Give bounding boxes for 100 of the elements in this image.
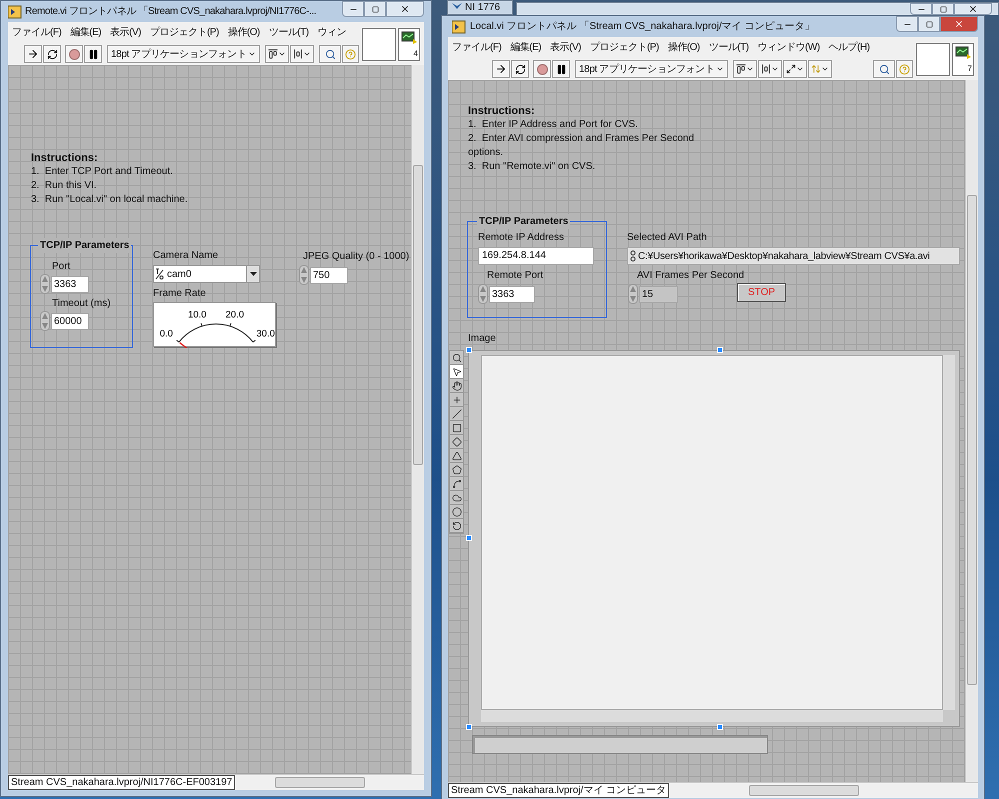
vertical-scrollbar[interactable]	[965, 80, 978, 782]
timeout-field[interactable]: 60000	[51, 312, 89, 330]
tool-button[interactable]	[450, 463, 463, 477]
run-button[interactable]	[492, 60, 510, 78]
vi-icon	[8, 4, 22, 18]
instruction-line: 2. Enter AVI compression and Frames Per Second	[468, 132, 694, 146]
caret-icon	[821, 65, 830, 73]
tool-button[interactable]	[450, 519, 463, 533]
tool-button[interactable]	[450, 505, 463, 519]
font-dropdown[interactable]: 18pt アプリケーションフォント	[575, 60, 728, 78]
close-button[interactable]	[954, 3, 992, 15]
cloud-icon	[452, 492, 462, 502]
menu-item[interactable]: プロジェクト(P)	[150, 25, 219, 40]
maximize-button[interactable]	[364, 1, 386, 17]
menu-item[interactable]: 操作(O)	[668, 40, 700, 55]
crosshair-icon	[452, 394, 462, 404]
avi-path-field[interactable]: C:¥Users¥horikawa¥Desktop¥nakahara_labview¥Stream CVS¥a.avi	[627, 247, 960, 265]
align-button[interactable]	[733, 60, 758, 78]
tool-button[interactable]	[450, 407, 463, 421]
pause-button[interactable]	[552, 60, 570, 78]
instruction-line: 2. Run this VI.	[31, 179, 98, 193]
io-name-icon	[155, 267, 164, 281]
distribute-button[interactable]	[290, 45, 314, 63]
jpeg-quality-field[interactable]: 750	[310, 266, 348, 284]
window-title: Local.vi フロントパネル 「Stream CVS_nakahara.lvproj/マイ コンピュータ」	[470, 20, 815, 34]
background-window[interactable]: NI 1776	[447, 0, 513, 15]
tool-button[interactable]	[450, 379, 463, 393]
run-continuously-button[interactable]	[43, 45, 61, 63]
menu-item[interactable]: ウィン	[318, 25, 346, 40]
resize-icon	[786, 64, 796, 74]
menu-item[interactable]: 編集(E)	[70, 25, 102, 40]
path-icon	[629, 250, 637, 262]
align-button[interactable]	[265, 45, 290, 63]
monitor-icon	[955, 46, 971, 60]
arrow-icon	[495, 63, 507, 75]
menu-item[interactable]: 操作(O)	[228, 25, 260, 40]
font-dropdown[interactable]: 18pt アプリケーションフォント	[107, 45, 260, 63]
abort-button[interactable]	[65, 45, 83, 63]
close-icon	[968, 4, 978, 14]
selection-handle[interactable]	[466, 535, 472, 541]
tool-button[interactable]	[450, 449, 463, 463]
help-icon	[345, 48, 356, 60]
distribute-button[interactable]	[758, 60, 782, 78]
caret-icon	[250, 272, 256, 276]
tool-button[interactable]	[450, 477, 463, 491]
selection-handle[interactable]	[466, 347, 472, 353]
run-button[interactable]	[24, 45, 42, 63]
search-icon	[324, 48, 336, 60]
zoom-icon	[452, 352, 462, 362]
tool-button[interactable]	[450, 435, 463, 449]
port-field[interactable]: 3363	[51, 276, 89, 292]
close-icon	[400, 4, 410, 14]
close-button[interactable]	[386, 1, 424, 17]
menu-item[interactable]: ツール(T)	[268, 25, 309, 40]
search-button[interactable]	[873, 60, 895, 78]
instruction-line: 1. Enter IP Address and Port for CVS.	[468, 118, 639, 132]
reorder-icon	[811, 64, 822, 74]
tool-button[interactable]	[450, 365, 463, 379]
group-title: TCP/IP Parameters	[38, 238, 132, 253]
menu-item[interactable]: 編集(E)	[510, 40, 542, 55]
hand-icon	[452, 380, 462, 390]
menu-item[interactable]: ウィンドウ(W)	[758, 40, 820, 55]
run-continuously-button[interactable]	[511, 60, 529, 78]
remote-port-label: Remote Port	[487, 269, 544, 283]
menu-item[interactable]: ヘルプ(H)	[828, 40, 870, 55]
remote-port-field[interactable]: 3363	[489, 286, 535, 302]
instructions-heading: Instructions:	[31, 151, 99, 165]
caret-icon	[771, 65, 780, 73]
maximize-button[interactable]	[932, 3, 954, 15]
image-horizontal-scrollbar[interactable]	[481, 710, 943, 722]
maximize-button[interactable]	[918, 16, 940, 32]
camera-name-label: Camera Name	[153, 249, 218, 263]
menu-item[interactable]: プロジェクト(P)	[590, 40, 659, 55]
vertical-scrollbar[interactable]	[411, 65, 424, 774]
menu-item[interactable]: 表示(V)	[110, 25, 141, 40]
menu-item[interactable]: 表示(V)	[550, 40, 581, 55]
resize-button[interactable]	[783, 60, 808, 78]
remote-ip-field[interactable]: 169.254.8.144	[478, 247, 594, 265]
menu-item[interactable]: ツール(T)	[708, 40, 749, 55]
align-icon	[736, 64, 746, 74]
search-button[interactable]	[319, 45, 341, 63]
circle-icon	[452, 506, 462, 516]
port-label: Port	[52, 260, 70, 274]
tool-button[interactable]	[450, 351, 463, 365]
spiral-icon	[452, 520, 462, 530]
selection-handle[interactable]	[717, 347, 723, 353]
minimize-button[interactable]	[910, 3, 932, 15]
selection-handle[interactable]	[466, 724, 472, 730]
jpeg-quality-label: JPEG Quality (0 - 1000)	[303, 250, 410, 264]
tool-button[interactable]	[450, 421, 463, 435]
menu-item[interactable]: ファイル(F)	[452, 40, 502, 55]
camera-name-dropdown[interactable]: cam0	[153, 265, 260, 283]
pause-button[interactable]	[84, 45, 102, 63]
group-title: TCP/IP Parameters	[477, 214, 570, 229]
menu-item[interactable]: ファイル(F)	[12, 25, 62, 40]
search-icon	[878, 64, 890, 74]
image-vertical-scrollbar[interactable]	[943, 355, 955, 710]
abort-button[interactable]	[533, 60, 551, 78]
selection-handle[interactable]	[717, 724, 723, 730]
background-window[interactable]	[516, 2, 999, 15]
